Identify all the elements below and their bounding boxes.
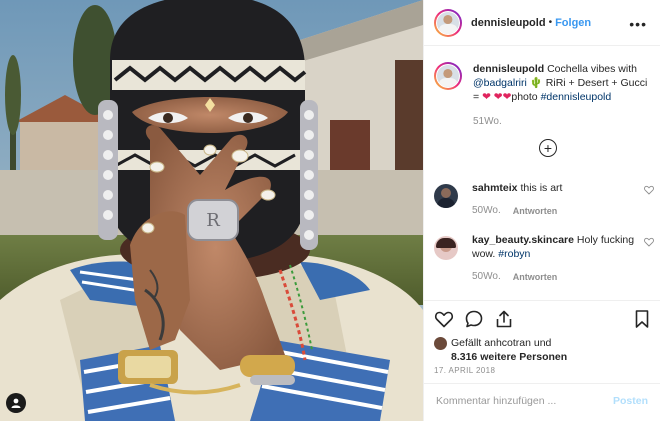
caption-text-3: photo — [511, 91, 538, 103]
load-more-comments-button[interactable]: + — [539, 139, 557, 157]
user-tag-icon[interactable] — [6, 393, 26, 413]
caption-time: 51Wo. — [473, 116, 502, 127]
reply-button[interactable]: Antworten — [513, 270, 558, 284]
action-bar — [434, 309, 652, 331]
more-options-icon[interactable]: ••• — [629, 16, 647, 32]
share-icon[interactable] — [494, 309, 514, 329]
caption: dennisleupold Cochella vibes with @badga… — [434, 62, 654, 129]
reply-button[interactable]: Antworten — [513, 204, 558, 218]
instagram-post: R dennisleupold • Folgen ••• dennisleupo… — [0, 0, 660, 421]
post-photo[interactable]: R — [0, 0, 423, 421]
svg-text:R: R — [206, 210, 220, 231]
comment-hashtag[interactable]: #robyn — [498, 248, 530, 260]
author-avatar[interactable] — [434, 8, 462, 37]
cactus-icon: 🌵 — [529, 77, 543, 89]
comment-time: 50Wo. — [472, 205, 501, 216]
comment-1: sahmteix this is art 50Wo. Antworten — [434, 181, 654, 218]
bookmark-icon[interactable] — [632, 309, 652, 329]
comment-input[interactable] — [436, 395, 606, 407]
comment-time: 50Wo. — [472, 271, 501, 282]
comment-body: sahmteix this is art 50Wo. Antworten — [472, 181, 637, 218]
divider — [424, 383, 660, 384]
caption-body: dennisleupold Cochella vibes with @badga… — [473, 62, 654, 129]
follow-button[interactable]: Folgen — [555, 17, 591, 29]
caption-mention[interactable]: @badgalriri — [473, 77, 527, 89]
liker-avatar[interactable] — [434, 337, 447, 350]
caption-text-1: Cochella vibes with — [547, 63, 637, 75]
comment-avatar[interactable] — [434, 184, 458, 208]
likes-summary: Gefällt anhcotran und 8.316 weitere Pers… — [434, 336, 567, 364]
comment-bubble-icon[interactable] — [464, 309, 484, 329]
like-heart-icon[interactable] — [434, 309, 454, 329]
comment-username[interactable]: kay_beauty.skincare — [472, 234, 574, 246]
post-comment-button[interactable]: Posten — [613, 395, 648, 407]
comment-2: kay_beauty.skincare Holy fucking wow. #r… — [434, 233, 654, 284]
likes-line-1[interactable]: Gefällt anhcotran und — [451, 336, 567, 350]
comment-text: this is art — [520, 182, 563, 194]
caption-username[interactable]: dennisleupold — [473, 63, 544, 75]
post-date: 17. APRIL 2018 — [434, 366, 496, 375]
comment-avatar[interactable] — [434, 236, 458, 260]
likes-line-2[interactable]: 8.316 weitere Personen — [451, 350, 567, 364]
caption-text: dennisleupold Cochella vibes with @badga… — [473, 62, 654, 104]
comment-like-heart-icon[interactable] — [644, 185, 654, 195]
comment-username[interactable]: sahmteix — [472, 182, 518, 194]
comment-body: kay_beauty.skincare Holy fucking wow. #r… — [472, 233, 637, 284]
post-sidebar: dennisleupold • Folgen ••• dennisleupold… — [423, 0, 660, 421]
hearts-emoji: ❤ ❤❤ — [482, 91, 512, 103]
divider — [424, 300, 660, 301]
photo-scene: R — [0, 0, 423, 421]
caption-hashtag[interactable]: #dennisleupold — [541, 91, 612, 103]
person-icon — [11, 398, 21, 408]
caption-avatar[interactable] — [434, 62, 462, 90]
author-username[interactable]: dennisleupold — [471, 17, 546, 29]
post-header: dennisleupold • Folgen ••• — [424, 0, 660, 46]
separator-dot: • — [548, 17, 553, 28]
comment-like-heart-icon[interactable] — [644, 237, 654, 247]
